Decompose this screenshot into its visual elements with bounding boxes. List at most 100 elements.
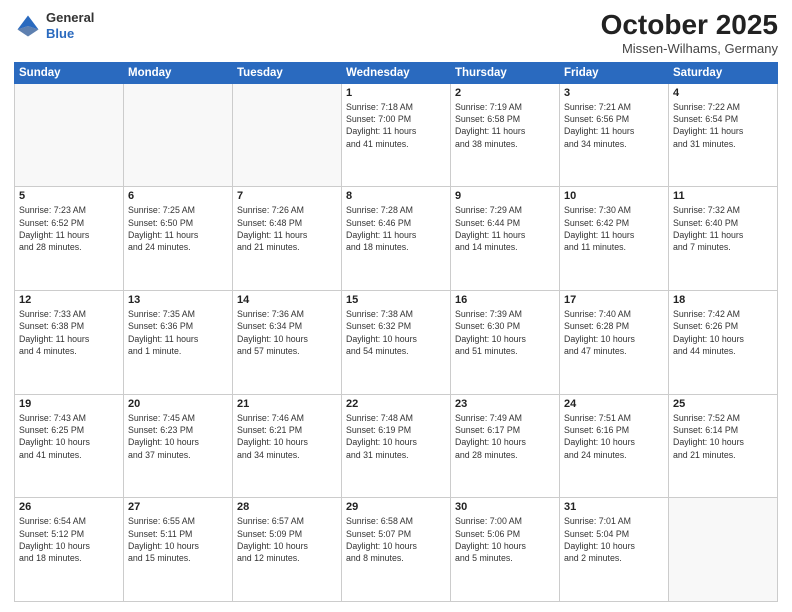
day-number: 4: [673, 87, 773, 99]
day-info: Sunrise: 7:23 AM Sunset: 6:52 PM Dayligh…: [19, 204, 119, 253]
calendar-cell: 16Sunrise: 7:39 AM Sunset: 6:30 PM Dayli…: [451, 291, 560, 395]
logo-icon: [14, 12, 42, 40]
day-info: Sunrise: 6:55 AM Sunset: 5:11 PM Dayligh…: [128, 515, 228, 564]
day-number: 5: [19, 190, 119, 202]
calendar-cell: 23 Sunrise: 7:49 AM Sunset: 6:17 PM Dayli…: [451, 394, 560, 498]
location: Missen-Wilhams, Germany: [601, 41, 778, 56]
day-info: Sunrise: 7:30 AM Sunset: 6:42 PM Dayligh…: [564, 204, 664, 253]
day-info: Sunrise: 6:57 AM Sunset: 5:09 PM Dayligh…: [237, 515, 337, 564]
day-number: 19: [19, 398, 119, 410]
day-number: 10: [564, 190, 664, 202]
calendar-cell: 27 Sunrise: 6:55 AM Sunset: 5:11 PM Dayli…: [124, 498, 233, 602]
page: General Blue October 2025 Missen-Wilhams…: [0, 0, 792, 612]
day-number: 14: [237, 294, 337, 306]
weekday-header: Thursday: [451, 62, 560, 83]
day-number: 17: [564, 294, 664, 306]
day-number: 8: [346, 190, 446, 202]
day-number: 20: [128, 398, 228, 410]
calendar-cell: 13 Sunrise: 7:35 AM Sunset: 6:36 PM Dayli…: [124, 291, 233, 395]
day-number: 23: [455, 398, 555, 410]
day-number: 1: [346, 87, 446, 99]
calendar-cell: 30 Sunrise: 7:00 AM Sunset: 5:06 PM Dayli…: [451, 498, 560, 602]
calendar-cell: 21Sunrise: 7:46 AM Sunset: 6:21 PM Dayli…: [233, 394, 342, 498]
day-number: 3: [564, 87, 664, 99]
day-info: Sunrise: 7:18 AM Sunset: 7:00 PM Dayligh…: [346, 101, 446, 150]
day-info: Sunrise: 7:01 AM Sunset: 5:04 PM Dayligh…: [564, 515, 664, 564]
day-number: 9: [455, 190, 555, 202]
calendar-cell: 31 Sunrise: 7:01 AM Sunset: 5:04 PM Dayli…: [560, 498, 669, 602]
day-info: Sunrise: 7:49 AM Sunset: 6:17 PM Dayligh…: [455, 412, 555, 461]
day-info: Sunrise: 7:38 AM Sunset: 6:32 PM Dayligh…: [346, 308, 446, 357]
day-info: Sunrise: 7:43 AM Sunset: 6:25 PM Dayligh…: [19, 412, 119, 461]
calendar-cell: 20 Sunrise: 7:45 AM Sunset: 6:23 PM Dayli…: [124, 394, 233, 498]
day-number: 30: [455, 501, 555, 513]
calendar-week-row: 26 Sunrise: 6:54 AM Sunset: 5:12 PM Dayli…: [15, 498, 778, 602]
day-number: 27: [128, 501, 228, 513]
day-info: Sunrise: 7:42 AM Sunset: 6:26 PM Dayligh…: [673, 308, 773, 357]
day-info: Sunrise: 7:29 AM Sunset: 6:44 PM Dayligh…: [455, 204, 555, 253]
logo-general: General: [46, 10, 94, 25]
day-number: 13: [128, 294, 228, 306]
title-block: October 2025 Missen-Wilhams, Germany: [601, 10, 778, 56]
calendar: SundayMondayTuesdayWednesdayThursdayFrid…: [14, 62, 778, 602]
day-info: Sunrise: 7:52 AM Sunset: 6:14 PM Dayligh…: [673, 412, 773, 461]
calendar-cell: 8 Sunrise: 7:28 AM Sunset: 6:46 PM Daylig…: [342, 187, 451, 291]
calendar-cell: 19 Sunrise: 7:43 AM Sunset: 6:25 PM Dayli…: [15, 394, 124, 498]
calendar-cell: 15 Sunrise: 7:38 AM Sunset: 6:32 PM Dayli…: [342, 291, 451, 395]
weekday-header: Monday: [124, 62, 233, 83]
day-info: Sunrise: 7:25 AM Sunset: 6:50 PM Dayligh…: [128, 204, 228, 253]
day-number: 22: [346, 398, 446, 410]
day-number: 15: [346, 294, 446, 306]
day-number: 29: [346, 501, 446, 513]
weekday-header: Friday: [560, 62, 669, 83]
day-info: Sunrise: 7:35 AM Sunset: 6:36 PM Dayligh…: [128, 308, 228, 357]
day-info: Sunrise: 7:28 AM Sunset: 6:46 PM Dayligh…: [346, 204, 446, 253]
day-info: Sunrise: 7:51 AM Sunset: 6:16 PM Dayligh…: [564, 412, 664, 461]
calendar-cell: 25Sunrise: 7:52 AM Sunset: 6:14 PM Dayli…: [669, 394, 778, 498]
calendar-cell: 11Sunrise: 7:32 AM Sunset: 6:40 PM Dayli…: [669, 187, 778, 291]
day-info: Sunrise: 7:00 AM Sunset: 5:06 PM Dayligh…: [455, 515, 555, 564]
day-info: Sunrise: 7:36 AM Sunset: 6:34 PM Dayligh…: [237, 308, 337, 357]
day-info: Sunrise: 7:19 AM Sunset: 6:58 PM Dayligh…: [455, 101, 555, 150]
day-info: Sunrise: 7:22 AM Sunset: 6:54 PM Dayligh…: [673, 101, 773, 150]
day-number: 31: [564, 501, 664, 513]
calendar-cell: 14 Sunrise: 7:36 AM Sunset: 6:34 PM Dayli…: [233, 291, 342, 395]
day-info: Sunrise: 7:26 AM Sunset: 6:48 PM Dayligh…: [237, 204, 337, 253]
calendar-week-row: 12Sunrise: 7:33 AM Sunset: 6:38 PM Dayli…: [15, 291, 778, 395]
day-number: 11: [673, 190, 773, 202]
day-number: 2: [455, 87, 555, 99]
day-number: 26: [19, 501, 119, 513]
calendar-cell: 26 Sunrise: 6:54 AM Sunset: 5:12 PM Dayli…: [15, 498, 124, 602]
calendar-cell: [15, 83, 124, 187]
calendar-cell: 3 Sunrise: 7:21 AM Sunset: 6:56 PM Daylig…: [560, 83, 669, 187]
day-number: 21: [237, 398, 337, 410]
day-info: Sunrise: 7:33 AM Sunset: 6:38 PM Dayligh…: [19, 308, 119, 357]
calendar-cell: 4 Sunrise: 7:22 AM Sunset: 6:54 PM Daylig…: [669, 83, 778, 187]
calendar-cell: 6 Sunrise: 7:25 AM Sunset: 6:50 PM Daylig…: [124, 187, 233, 291]
calendar-cell: [124, 83, 233, 187]
day-number: 24: [564, 398, 664, 410]
calendar-cell: 9 Sunrise: 7:29 AM Sunset: 6:44 PM Daylig…: [451, 187, 560, 291]
calendar-cell: 17 Sunrise: 7:40 AM Sunset: 6:28 PM Dayli…: [560, 291, 669, 395]
calendar-cell: 18 Sunrise: 7:42 AM Sunset: 6:26 PM Dayli…: [669, 291, 778, 395]
day-info: Sunrise: 7:40 AM Sunset: 6:28 PM Dayligh…: [564, 308, 664, 357]
calendar-week-row: 1 Sunrise: 7:18 AM Sunset: 7:00 PM Daylig…: [15, 83, 778, 187]
day-info: Sunrise: 6:54 AM Sunset: 5:12 PM Dayligh…: [19, 515, 119, 564]
day-number: 7: [237, 190, 337, 202]
weekday-header: Saturday: [669, 62, 778, 83]
month-title: October 2025: [601, 10, 778, 41]
calendar-week-row: 5 Sunrise: 7:23 AM Sunset: 6:52 PM Daylig…: [15, 187, 778, 291]
day-info: Sunrise: 7:21 AM Sunset: 6:56 PM Dayligh…: [564, 101, 664, 150]
header: General Blue October 2025 Missen-Wilhams…: [14, 10, 778, 56]
day-number: 6: [128, 190, 228, 202]
calendar-cell: 29Sunrise: 6:58 AM Sunset: 5:07 PM Dayli…: [342, 498, 451, 602]
calendar-cell: 28Sunrise: 6:57 AM Sunset: 5:09 PM Dayli…: [233, 498, 342, 602]
day-info: Sunrise: 7:45 AM Sunset: 6:23 PM Dayligh…: [128, 412, 228, 461]
logo: General Blue: [14, 10, 94, 41]
logo-text: General Blue: [46, 10, 94, 41]
calendar-cell: 1 Sunrise: 7:18 AM Sunset: 7:00 PM Daylig…: [342, 83, 451, 187]
day-number: 18: [673, 294, 773, 306]
calendar-week-row: 19 Sunrise: 7:43 AM Sunset: 6:25 PM Dayli…: [15, 394, 778, 498]
day-info: Sunrise: 7:39 AM Sunset: 6:30 PM Dayligh…: [455, 308, 555, 357]
weekday-header: Tuesday: [233, 62, 342, 83]
